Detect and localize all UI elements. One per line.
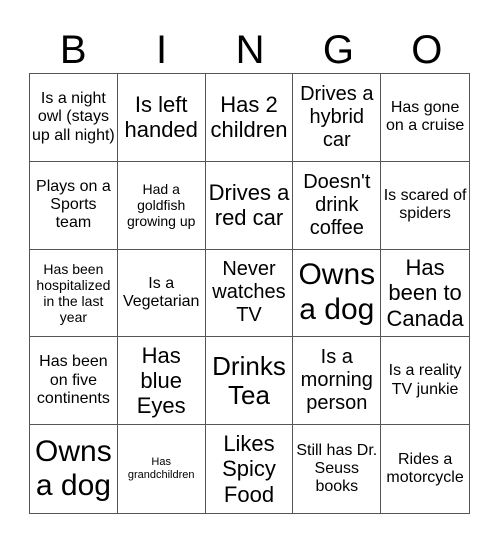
bingo-cell[interactable]: Owns a dog — [30, 425, 118, 513]
bingo-cell[interactable]: Doesn't drink coffee — [293, 161, 382, 250]
bingo-cell[interactable]: Has blue Eyes — [117, 337, 206, 426]
bingo-cell[interactable]: Is a Vegetarian — [117, 249, 206, 338]
bingo-cell[interactable]: Is a reality TV junkie — [381, 337, 469, 426]
bingo-cell[interactable]: Has gone on a cruise — [381, 74, 469, 162]
header-letter-b: B — [59, 28, 87, 72]
bingo-cell[interactable]: Still has Dr. Seuss books — [293, 425, 382, 513]
bingo-cell[interactable]: Has been to Canada — [381, 250, 469, 338]
bingo-cell[interactable]: Had a goldfish growing up — [117, 161, 206, 250]
bingo-cell[interactable]: Drives a red car — [205, 161, 294, 250]
bingo-grid: Is a night owl (stays up all night) Is l… — [29, 73, 470, 514]
bingo-cell[interactable]: Has been on five continents — [30, 337, 118, 426]
bingo-header: B I N G O — [29, 28, 471, 72]
bingo-cell[interactable]: Is a night owl (stays up all night) — [30, 74, 118, 162]
header-letter-n: N — [235, 28, 265, 72]
bingo-cell[interactable]: Has 2 children — [205, 74, 294, 162]
bingo-cell[interactable]: Has been hospitalized in the last year — [30, 249, 118, 338]
bingo-cell[interactable]: Is scared of spiders — [381, 162, 469, 250]
bingo-cell[interactable]: Drives a hybrid car — [293, 74, 382, 162]
bingo-cell[interactable]: Is left handed — [117, 74, 206, 162]
bingo-cell[interactable]: Has grandchildren — [118, 425, 206, 513]
header-letter-g: G — [322, 28, 354, 72]
bingo-cell[interactable]: Plays on a Sports team — [30, 161, 118, 250]
bingo-cell[interactable]: Rides a motorcycle — [381, 425, 469, 513]
bingo-cell[interactable]: Never watches TV — [205, 249, 294, 338]
bingo-cell[interactable]: Drinks Tea — [205, 337, 294, 426]
bingo-cell[interactable]: Is a morning person — [293, 337, 382, 426]
header-letter-o: O — [411, 28, 443, 72]
bingo-cell[interactable]: Likes Spicy Food — [206, 425, 294, 513]
header-letter-i: I — [156, 28, 168, 72]
bingo-cell[interactable]: Owns a dog — [293, 249, 382, 338]
